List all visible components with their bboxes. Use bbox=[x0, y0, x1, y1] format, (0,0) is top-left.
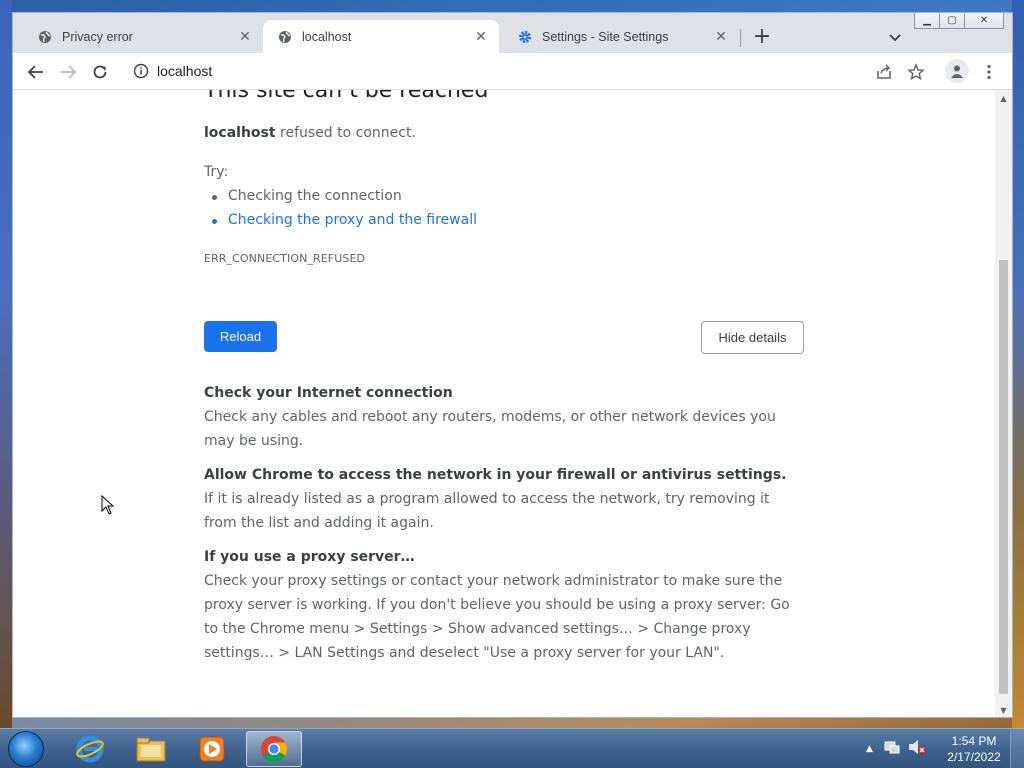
close-tab-icon[interactable]: ✕ bbox=[237, 28, 253, 44]
chrome-icon[interactable] bbox=[246, 731, 302, 767]
volume-muted-icon[interactable] bbox=[907, 738, 927, 760]
globe-icon bbox=[37, 29, 53, 45]
reload-icon[interactable] bbox=[90, 62, 110, 82]
section-text-internet: Check any cables and reboot any routers,… bbox=[204, 409, 776, 449]
section-text-firewall: If it is already listed as a program all… bbox=[204, 491, 770, 531]
tab-strip: Privacy error ✕ localhost ✕ Settings - S… bbox=[13, 13, 1012, 53]
back-icon[interactable] bbox=[26, 62, 46, 82]
forward-icon[interactable] bbox=[58, 62, 78, 82]
section-title-firewall: Allow Chrome to access the network in yo… bbox=[204, 467, 787, 483]
mouse-cursor-icon bbox=[101, 495, 115, 515]
page-title: This site can’t be reached bbox=[204, 90, 489, 103]
page-scrollbar[interactable]: ▲ ▼ bbox=[995, 90, 1012, 717]
system-tray: ▲ bbox=[866, 733, 927, 765]
section-title-internet: Check your Internet connection bbox=[204, 385, 453, 401]
error-code: ERR_CONNECTION_REFUSED bbox=[204, 252, 366, 265]
maximize-button[interactable]: ▢ bbox=[939, 13, 965, 29]
try-label: Try: bbox=[204, 164, 229, 180]
browser-window: Privacy error ✕ localhost ✕ Settings - S… bbox=[12, 12, 1013, 718]
window-controls: ▁ ▢ ✕ bbox=[914, 13, 1004, 30]
show-hidden-icons-icon[interactable]: ▲ bbox=[866, 744, 873, 754]
refused-message: localhost refused to connect. bbox=[204, 125, 416, 141]
browser-toolbar: localhost bbox=[13, 53, 1012, 90]
tab-label: Settings - Site Settings bbox=[542, 29, 669, 44]
tab-privacy-error[interactable]: Privacy error ✕ bbox=[23, 20, 263, 53]
kebab-menu-icon[interactable] bbox=[979, 62, 999, 82]
clock-time: 1:54 PM bbox=[951, 734, 997, 748]
address-text: localhost bbox=[157, 63, 213, 79]
desktop-background-left bbox=[0, 0, 12, 728]
share-icon[interactable] bbox=[874, 62, 894, 82]
section-text-proxy: Check your proxy settings or contact you… bbox=[204, 573, 790, 661]
info-icon[interactable] bbox=[133, 63, 149, 83]
clock-date: 2/17/2022 bbox=[947, 750, 1001, 764]
host-name: localhost bbox=[204, 125, 276, 141]
close-window-button[interactable]: ✕ bbox=[964, 13, 1004, 29]
address-bar[interactable]: localhost bbox=[125, 57, 885, 86]
taskbar-clock[interactable]: 1:54 PM 2/17/2022 bbox=[944, 733, 1004, 765]
suggestion-check-proxy-link[interactable]: Checking the proxy and the firewall bbox=[212, 212, 477, 228]
close-tab-icon[interactable]: ✕ bbox=[473, 28, 489, 44]
suggestion-check-connection: Checking the connection bbox=[212, 188, 402, 204]
tab-localhost[interactable]: localhost ✕ bbox=[263, 20, 499, 53]
globe-icon bbox=[277, 29, 293, 45]
section-title-proxy: If you use a proxy server… bbox=[204, 549, 415, 565]
gear-icon bbox=[517, 29, 533, 45]
close-tab-icon[interactable]: ✕ bbox=[713, 28, 729, 44]
file-explorer-icon[interactable] bbox=[123, 731, 179, 767]
show-desktop-button[interactable] bbox=[1010, 729, 1024, 768]
network-icon[interactable] bbox=[883, 738, 901, 760]
chevron-down-icon[interactable] bbox=[885, 28, 905, 48]
internet-explorer-icon[interactable] bbox=[62, 731, 118, 767]
scroll-down-icon[interactable]: ▼ bbox=[999, 706, 1008, 715]
scroll-up-icon[interactable]: ▲ bbox=[999, 94, 1008, 103]
new-tab-button[interactable]: + bbox=[751, 26, 773, 49]
tab-label: localhost bbox=[302, 29, 352, 44]
profile-avatar-icon[interactable] bbox=[945, 59, 969, 83]
taskbar: ▲ 1:54 PM 2/17/2022 bbox=[0, 728, 1024, 768]
bookmark-star-icon[interactable] bbox=[906, 62, 926, 82]
scrollbar-thumb[interactable] bbox=[999, 260, 1008, 694]
tab-settings[interactable]: Settings - Site Settings ✕ bbox=[503, 20, 739, 53]
hide-details-button[interactable]: Hide details bbox=[701, 321, 804, 354]
start-button[interactable] bbox=[8, 731, 44, 767]
minimize-button[interactable]: ▁ bbox=[914, 13, 940, 29]
tab-separator bbox=[740, 29, 741, 47]
page-content: This site can’t be reached localhost ref… bbox=[13, 90, 995, 717]
desktop-background-right bbox=[1012, 0, 1024, 728]
tab-label: Privacy error bbox=[62, 29, 133, 44]
reload-button[interactable]: Reload bbox=[204, 321, 277, 352]
refused-text: refused to connect. bbox=[280, 125, 416, 141]
media-player-icon[interactable] bbox=[184, 731, 240, 767]
